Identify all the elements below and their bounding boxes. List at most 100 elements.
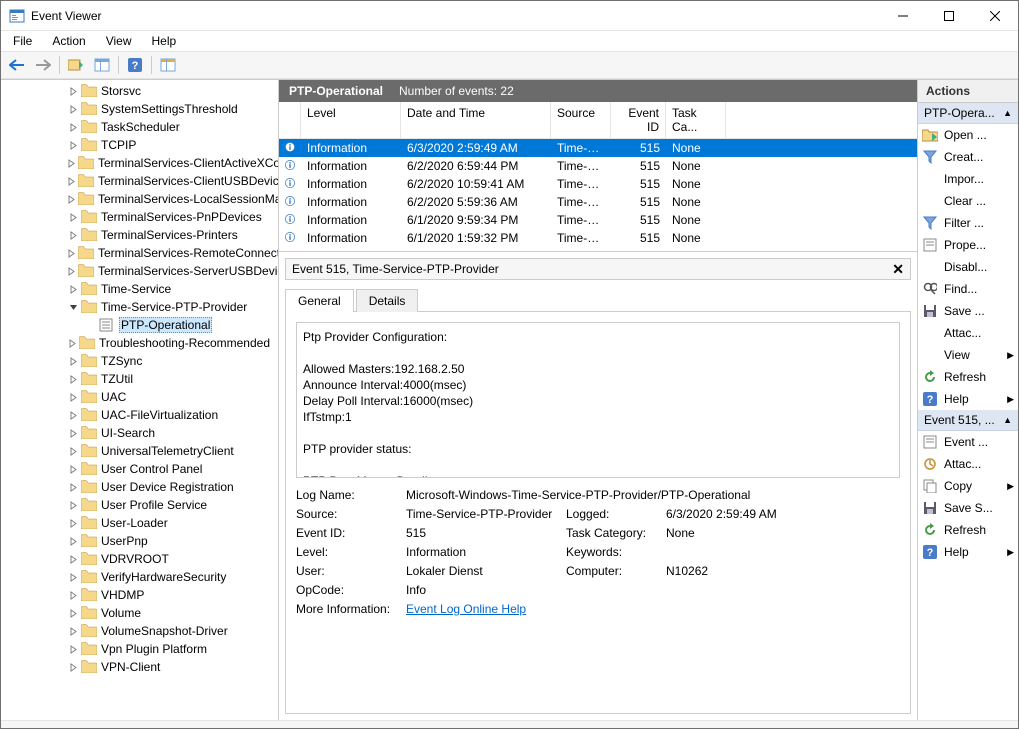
action-item[interactable]: ?Help▶ [918,541,1018,563]
properties-button[interactable] [90,54,114,76]
tree-item[interactable]: VHDMP [1,586,278,604]
tree-item[interactable]: TaskScheduler [1,118,278,136]
expand-icon[interactable] [67,211,79,223]
tab-details[interactable]: Details [356,289,419,312]
help-button[interactable]: ? [123,54,147,76]
action-item[interactable]: Creat... [918,146,1018,168]
expand-icon[interactable] [67,193,76,205]
table-row[interactable]: Information6/2/2020 5:59:36 AMTime-S...5… [279,193,917,211]
tree-item[interactable]: User Device Registration [1,478,278,496]
col-task[interactable]: Task Ca... [666,102,726,138]
tree-item[interactable]: Volume [1,604,278,622]
actions-section-log[interactable]: PTP-Opera... ▲ [918,103,1018,124]
expand-icon[interactable] [67,139,79,151]
tab-general[interactable]: General [285,289,354,312]
expand-icon[interactable] [67,571,79,583]
moreinfo-link[interactable]: Event Log Online Help [406,602,526,616]
tree-item[interactable]: PTP-Operational [1,316,278,334]
expand-icon[interactable] [67,85,79,97]
action-item[interactable]: Copy▶ [918,475,1018,497]
expand-icon[interactable] [67,355,79,367]
tree-item[interactable]: SystemSettingsThreshold [1,100,278,118]
table-row[interactable]: Information6/2/2020 10:59:41 AMTime-S...… [279,175,917,193]
expand-icon[interactable] [67,607,79,619]
show-hide-tree-button[interactable] [64,54,88,76]
tree-scroll[interactable]: StorsvcSystemSettingsThresholdTaskSchedu… [1,80,278,720]
tree-item[interactable]: TerminalServices-LocalSessionManager [1,190,278,208]
action-item[interactable]: Open ... [918,124,1018,146]
expand-icon[interactable] [67,103,79,115]
expand-icon[interactable] [67,391,79,403]
expand-icon[interactable] [67,625,79,637]
col-level[interactable]: Level [301,102,401,138]
action-item[interactable]: Find... [918,278,1018,300]
action-item[interactable]: Refresh [918,366,1018,388]
expand-icon[interactable] [67,499,79,511]
action-item[interactable]: Disabl... [918,256,1018,278]
action-item[interactable]: Save ... [918,300,1018,322]
tree-item[interactable]: TerminalServices-RemoteConnectionManager [1,244,278,262]
expand-icon[interactable] [67,643,79,655]
tree-item[interactable]: TZUtil [1,370,278,388]
expand-icon[interactable] [67,373,79,385]
action-item[interactable]: Filter ... [918,212,1018,234]
expand-icon[interactable] [67,589,79,601]
tree-item[interactable]: Vpn Plugin Platform [1,640,278,658]
menu-file[interactable]: File [5,32,40,50]
tree-item[interactable]: User-Loader [1,514,278,532]
menu-action[interactable]: Action [44,32,93,50]
view-columns-button[interactable] [156,54,180,76]
table-row[interactable]: Information6/2/2020 6:59:44 PMTime-S...5… [279,157,917,175]
tree-item[interactable]: VerifyHardwareSecurity [1,568,278,586]
expand-icon[interactable] [67,553,79,565]
col-eventid[interactable]: Event ID [611,102,666,138]
action-item[interactable]: Attac... [918,453,1018,475]
expand-icon[interactable] [67,301,79,313]
close-button[interactable] [972,1,1018,31]
action-item[interactable]: Event ... [918,431,1018,453]
expand-icon[interactable] [67,337,77,349]
tree-item[interactable]: Time-Service [1,280,278,298]
expand-icon[interactable] [67,409,79,421]
tree-item[interactable]: TCPIP [1,136,278,154]
menu-help[interactable]: Help [144,32,185,50]
expand-icon[interactable] [67,121,79,133]
expand-icon[interactable] [67,661,79,673]
expand-icon[interactable] [67,157,76,169]
back-button[interactable] [5,54,29,76]
tree-item[interactable]: TerminalServices-Printers [1,226,278,244]
tree-item[interactable]: UI-Search [1,424,278,442]
tree-item[interactable]: VPN-Client [1,658,278,676]
tree-item[interactable]: Storsvc [1,82,278,100]
table-row[interactable]: Information6/1/2020 1:59:32 PMTime-S...5… [279,229,917,247]
detail-close-button[interactable]: ✕ [892,261,904,278]
tree-item[interactable]: TerminalServices-ClientActiveXCore [1,154,278,172]
tree-item[interactable]: VDRVROOT [1,550,278,568]
tree-item[interactable]: UAC [1,388,278,406]
expand-icon[interactable] [67,427,79,439]
tree-item[interactable]: TerminalServices-PnPDevices [1,208,278,226]
action-item[interactable]: Refresh [918,519,1018,541]
table-row[interactable]: Information6/1/2020 9:59:34 PMTime-S...5… [279,211,917,229]
tree-item[interactable]: TZSync [1,352,278,370]
expand-icon[interactable] [67,463,79,475]
forward-button[interactable] [31,54,55,76]
events-table[interactable]: Level Date and Time Source Event ID Task… [279,102,917,252]
col-date[interactable]: Date and Time [401,102,551,138]
expand-icon[interactable] [67,265,76,277]
tree-item[interactable]: UserPnp [1,532,278,550]
action-item[interactable]: ?Help▶ [918,388,1018,410]
maximize-button[interactable] [926,1,972,31]
tree-item[interactable]: TerminalServices-ServerUSBDevices [1,262,278,280]
event-message[interactable]: Ptp Provider Configuration: Allowed Mast… [296,322,900,478]
action-item[interactable]: Attac... [918,322,1018,344]
tree-item[interactable]: Time-Service-PTP-Provider [1,298,278,316]
tree-item[interactable]: User Control Panel [1,460,278,478]
expand-icon[interactable] [67,175,76,187]
col-source[interactable]: Source [551,102,611,138]
tree-item[interactable]: UniversalTelemetryClient [1,442,278,460]
expand-icon[interactable] [67,535,79,547]
expand-icon[interactable] [67,445,79,457]
tree-item[interactable]: VolumeSnapshot-Driver [1,622,278,640]
expand-icon[interactable] [67,283,79,295]
